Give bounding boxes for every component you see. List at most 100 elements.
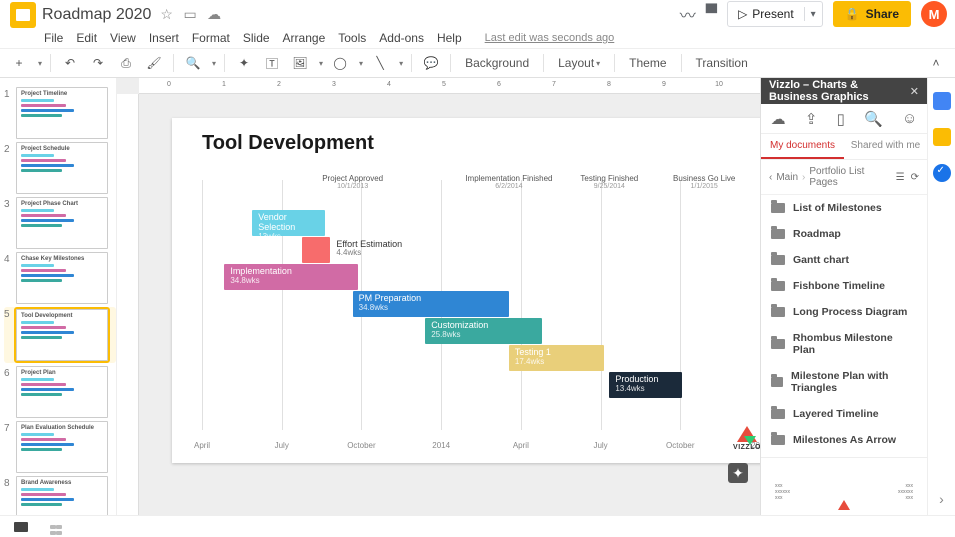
slide-filmstrip[interactable]: 1 Project Timeline 2 Project Schedule 3 …: [0, 78, 117, 515]
folder-icon: [771, 229, 785, 239]
vizzlo-document-list[interactable]: List of Milestones Roadmap Gantt chartFish…: [761, 195, 927, 457]
breadcrumb-current: Portfolio List Pages: [809, 166, 891, 188]
slide-thumbnail-8[interactable]: 8 Brand Awareness: [4, 476, 116, 515]
collapse-rail-icon[interactable]: ›: [939, 491, 944, 507]
x-axis-label: July: [275, 441, 289, 450]
menu-slide[interactable]: Slide: [243, 31, 270, 45]
vizzlo-folder-item[interactable]: Long Process Diagram: [761, 299, 927, 325]
menu-view[interactable]: View: [110, 31, 136, 45]
close-icon[interactable]: ✕: [910, 85, 919, 98]
grid-view-icon[interactable]: [50, 525, 56, 529]
tab-shared[interactable]: Shared with me: [844, 134, 927, 159]
account-avatar[interactable]: M: [921, 1, 947, 27]
vizzlo-item-label: Milestones As Arrow: [793, 434, 896, 446]
slide[interactable]: Tool Development AprilJulyOctober2014Apr…: [172, 118, 760, 463]
new-slide-button[interactable]: +: [8, 52, 30, 74]
present-dropdown[interactable]: ▾: [805, 9, 822, 20]
zoom-button[interactable]: 🔍: [182, 52, 204, 74]
vizzlo-folder-item[interactable]: List of Milestones: [761, 195, 927, 221]
background-button[interactable]: Background: [459, 52, 535, 74]
image-tool[interactable]: 🖼: [289, 52, 311, 74]
tasks-icon[interactable]: [933, 164, 951, 182]
slide-canvas-area[interactable]: 01234567891011 Tool Development AprilJul…: [117, 78, 760, 515]
gantt-bar: PM Preparation34.8wks: [353, 291, 509, 317]
theme-button[interactable]: Theme: [623, 52, 672, 74]
explore-button[interactable]: ✦: [728, 463, 748, 483]
comment-tool[interactable]: 💬: [420, 52, 442, 74]
menu-arrange[interactable]: Arrange: [283, 31, 326, 45]
slide-number: 1: [4, 89, 10, 100]
share-button[interactable]: 🔒 Share: [833, 1, 911, 27]
move-icon[interactable]: ▭: [183, 6, 196, 22]
vizzlo-folder-item[interactable]: Gantt chart: [761, 247, 927, 273]
breadcrumb-back-icon[interactable]: ‹: [769, 172, 772, 183]
filmstrip-view-icon[interactable]: [14, 522, 28, 532]
shape-tool[interactable]: ◯: [329, 52, 351, 74]
calendar-icon[interactable]: [933, 92, 951, 110]
paint-format-button[interactable]: 🖌: [143, 52, 165, 74]
present-icon: ▷: [738, 7, 747, 21]
search-icon[interactable]: 🔍: [864, 110, 883, 128]
keep-icon[interactable]: [933, 128, 951, 146]
vizzlo-folder-item[interactable]: Milestone Plan with Triangles: [761, 363, 927, 401]
toolbar-up-icon[interactable]: ˄: [925, 52, 947, 74]
layout-button[interactable]: Layout▾: [552, 52, 606, 74]
vizzlo-item-label: Milestone Plan with Triangles: [791, 370, 917, 394]
comments-icon[interactable]: ▀: [706, 5, 717, 23]
menu-help[interactable]: Help: [437, 31, 462, 45]
transition-button[interactable]: Transition: [690, 52, 754, 74]
refresh-icon[interactable]: ⟳: [911, 172, 919, 183]
vizzlo-folder-item[interactable]: Roadmap: [761, 221, 927, 247]
star-icon[interactable]: ☆: [160, 6, 173, 22]
lock-icon: 🔒: [845, 7, 860, 21]
slide-thumbnail-4[interactable]: 4 Chase Key Milestones: [4, 252, 116, 304]
line-tool[interactable]: ╲: [369, 52, 391, 74]
vizzlo-logo-text: VIZZLO: [730, 444, 760, 451]
menu-format[interactable]: Format: [192, 31, 230, 45]
vizzlo-folder-item[interactable]: Rhombus Milestone Plan: [761, 325, 927, 363]
list-view-icon[interactable]: ☰: [896, 172, 905, 183]
menu-file[interactable]: File: [44, 31, 63, 45]
last-edit-link[interactable]: Last edit was seconds ago: [485, 32, 615, 44]
textbox-tool[interactable]: 🅃: [261, 52, 283, 74]
vizzlo-item-label: Roadmap: [793, 228, 841, 240]
present-button[interactable]: ▷Present ▾: [727, 1, 823, 27]
vizzlo-panel-title: Vizzlo – Charts & Business Graphics: [769, 79, 910, 103]
gantt-bar: Implementation34.8wks: [224, 264, 358, 290]
folder-icon: [771, 435, 785, 445]
menu-tools[interactable]: Tools: [338, 31, 366, 45]
vizzlo-folder-item[interactable]: Milestones As Arrow: [761, 427, 927, 453]
cloud-icon[interactable]: ☁: [207, 6, 221, 22]
slide-thumbnail-6[interactable]: 6 Project Plan: [4, 366, 116, 418]
vizzlo-item-label: Rhombus Milestone Plan: [793, 332, 917, 356]
slide-number: 4: [4, 254, 10, 265]
print-button[interactable]: ⎙: [115, 52, 137, 74]
tab-my-documents[interactable]: My documents: [761, 134, 844, 159]
slide-title: Tool Development: [202, 132, 374, 155]
select-tool[interactable]: ✦: [233, 52, 255, 74]
slide-thumbnail-7[interactable]: 7 Plan Evaluation Schedule: [4, 421, 116, 473]
phone-icon[interactable]: ▯: [837, 110, 845, 128]
breadcrumb-root[interactable]: Main: [776, 172, 798, 183]
slide-thumbnail-1[interactable]: 1 Project Timeline: [4, 87, 116, 139]
menu-addons[interactable]: Add-ons: [379, 31, 424, 45]
gantt-bar: Customization25.8wks: [425, 318, 542, 344]
folder-icon: [771, 339, 785, 349]
upload-icon[interactable]: ⇪: [805, 110, 818, 128]
redo-button[interactable]: ↷: [87, 52, 109, 74]
vizzlo-folder-item[interactable]: Fishbone Timeline: [761, 273, 927, 299]
menu-edit[interactable]: Edit: [76, 31, 97, 45]
slide-number: 5: [4, 309, 10, 320]
slide-thumbnail-3[interactable]: 3 Project Phase Chart: [4, 197, 116, 249]
profile-icon[interactable]: ☺: [902, 110, 917, 127]
trend-icon[interactable]: 〰: [680, 2, 696, 26]
document-title[interactable]: Roadmap 2020: [42, 6, 151, 24]
slide-thumbnail-5[interactable]: 5 Tool Development: [4, 307, 116, 363]
cloud-icon[interactable]: ☁: [771, 110, 786, 128]
undo-button[interactable]: ↶: [59, 52, 81, 74]
x-axis-label: July: [593, 441, 607, 450]
vizzlo-folder-item[interactable]: Layered Timeline: [761, 401, 927, 427]
slides-logo[interactable]: [10, 2, 36, 28]
menu-insert[interactable]: Insert: [149, 31, 179, 45]
slide-thumbnail-2[interactable]: 2 Project Schedule: [4, 142, 116, 194]
